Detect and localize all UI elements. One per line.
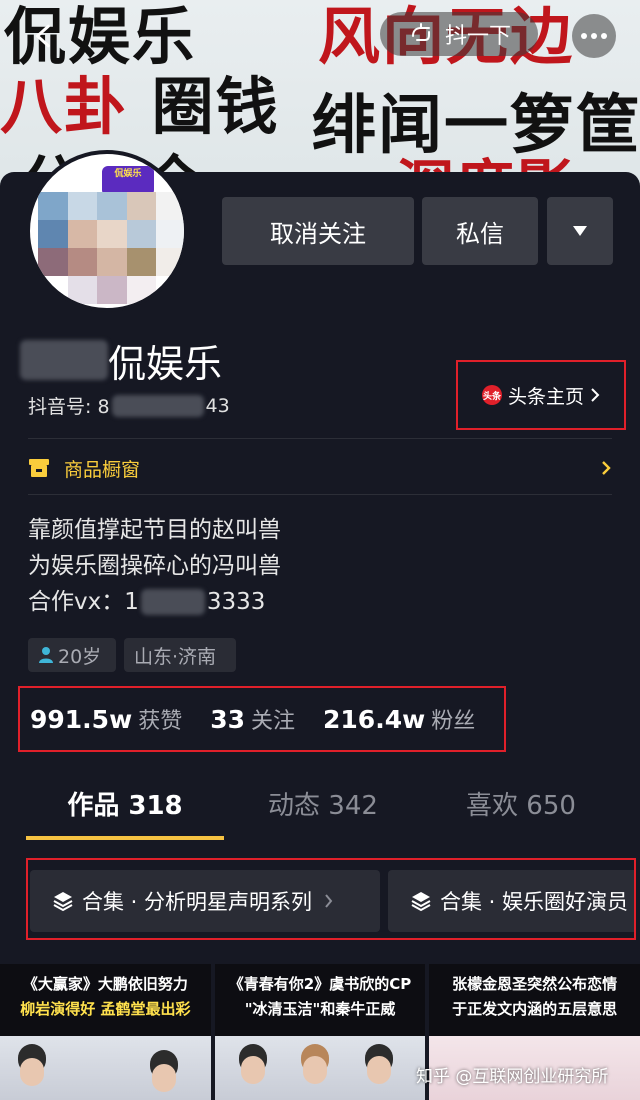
collection-label: 合集 · 分析明星声明系列: [82, 890, 313, 914]
caption-line: 《大赢家》大鹏依旧努力: [22, 975, 188, 993]
douyin-id-label: 抖音号: 8: [28, 396, 110, 418]
collection-label: 合集 · 娱乐圈好演员: [440, 890, 629, 914]
tab-works[interactable]: 作品 318: [26, 770, 224, 842]
message-button[interactable]: 私信: [422, 197, 538, 265]
person-face: [302, 1056, 327, 1084]
caption-line: 于正发文内涵的五层意思: [452, 1000, 618, 1018]
video-image: [214, 1036, 426, 1100]
more-dot: [601, 33, 607, 39]
stat-label: 粉丝: [431, 709, 476, 734]
more-dots-icon: [581, 33, 587, 39]
chevron-right-icon: [602, 461, 611, 475]
layers-icon: [411, 892, 431, 912]
bio-contact-prefix: 合作vx：1: [28, 589, 139, 615]
douyin-id: 抖音号: 8 43: [28, 392, 230, 419]
shake-label: 抖一下: [444, 24, 511, 49]
username-text: 侃娱乐: [108, 341, 223, 386]
divider: [28, 438, 612, 439]
video-thumbnail[interactable]: 《大赢家》大鹏依旧努力 柳岩演得好 孟鹤堂最出彩: [0, 964, 211, 1100]
redacted-id: [111, 394, 204, 417]
content-tabs: 作品 318 动态 342 喜欢 650: [0, 770, 640, 842]
video-thumbnail[interactable]: 《青春有你2》虞书欣的CP "冰清玉洁"和秦牛正威: [214, 964, 426, 1100]
followers-stat[interactable]: 216.4w 粉丝: [323, 703, 475, 735]
video-caption: 张檬金恩圣突然公布恋情 于正发文内涵的五层意思: [429, 964, 640, 1036]
caption-line: "冰清玉洁"和秦牛正威: [244, 1000, 396, 1018]
avatar[interactable]: 侃娱乐: [26, 150, 188, 312]
layers-icon: [53, 892, 73, 912]
collections-row: 合集 · 分析明星声明系列 合集 · 娱乐圈好演员: [26, 858, 636, 940]
redacted-name: [20, 340, 108, 380]
toutiao-homepage-link[interactable]: 头条 头条主页: [456, 360, 626, 430]
shop-window-row[interactable]: 商品橱窗: [28, 448, 612, 488]
person-face: [152, 1064, 176, 1092]
stat-label: 关注: [251, 709, 296, 734]
tab-posts[interactable]: 动态 342: [224, 770, 422, 842]
person-face: [20, 1058, 44, 1086]
stat-number: 33: [210, 705, 245, 734]
bio-line: 靠颜值撑起节目的赵叫兽: [28, 517, 281, 543]
watermark: 知乎 @互联网创业研究所: [416, 1067, 609, 1087]
toutiao-icon: 头条: [481, 385, 502, 405]
caption-line: 《青春有你2》虞书欣的CP: [228, 975, 412, 993]
banner-text: 八卦 圈钱: [0, 70, 280, 143]
following-stat[interactable]: 33 关注: [210, 703, 295, 735]
triangle-down-icon: [573, 226, 587, 236]
age-text: 20岁: [58, 645, 102, 668]
avatar-mosaic: [38, 192, 184, 304]
douyin-id-suffix: 43: [205, 394, 230, 417]
age-tag: 20岁: [28, 638, 116, 672]
video-caption: 《青春有你2》虞书欣的CP "冰清玉洁"和秦牛正威: [214, 964, 426, 1036]
more-button[interactable]: [572, 14, 616, 58]
caption-line: 柳岩演得好 孟鹤堂最出彩: [20, 1000, 191, 1018]
username: 侃娱乐: [20, 336, 222, 386]
collection-chip[interactable]: 合集 · 娱乐圈好演员: [388, 870, 634, 932]
collection-chip[interactable]: 合集 · 分析明星声明系列: [30, 870, 380, 932]
more-dot: [591, 33, 597, 39]
bio-line: 为娱乐圈操碎心的冯叫兽: [28, 553, 281, 579]
tab-likes[interactable]: 喜欢 650: [422, 770, 620, 842]
video-caption: 《大赢家》大鹏依旧努力 柳岩演得好 孟鹤堂最出彩: [0, 964, 211, 1036]
bio-contact-suffix: 3333: [206, 589, 266, 615]
caption-line: 张檬金恩圣突然公布恋情: [452, 975, 618, 993]
stat-label: 获赞: [138, 709, 183, 734]
toutiao-label: 头条主页: [507, 385, 584, 408]
location-tag: 山东·济南: [124, 638, 236, 672]
hand-icon: [411, 23, 430, 41]
stats-row: 991.5w 获赞 33 关注 216.4w 粉丝: [18, 686, 506, 752]
shop-icon: [29, 459, 49, 477]
divider: [28, 494, 612, 495]
video-image: [0, 1036, 211, 1100]
person-face: [366, 1056, 391, 1084]
chevron-right-icon: [591, 388, 600, 402]
stat-number: 216.4w: [323, 705, 426, 734]
back-arrow-icon: [35, 24, 50, 48]
redacted-contact: [140, 589, 205, 615]
person-face: [240, 1056, 265, 1084]
unfollow-button[interactable]: 取消关注: [222, 197, 414, 265]
likes-stat: 991.5w 获赞: [30, 703, 182, 735]
shop-label: 商品橱窗: [64, 458, 141, 481]
person-icon: [39, 647, 53, 663]
shake-button[interactable]: 抖一下: [380, 12, 538, 56]
chevron-right-icon: [325, 894, 333, 908]
stat-number: 991.5w: [30, 705, 133, 734]
bio: 靠颜值撑起节目的赵叫兽 为娱乐圈操碎心的冯叫兽 合作vx：1 3333: [28, 512, 281, 620]
dropdown-button[interactable]: [547, 197, 613, 265]
back-button[interactable]: [22, 14, 66, 58]
bio-contact: 合作vx：1 3333: [28, 584, 281, 620]
